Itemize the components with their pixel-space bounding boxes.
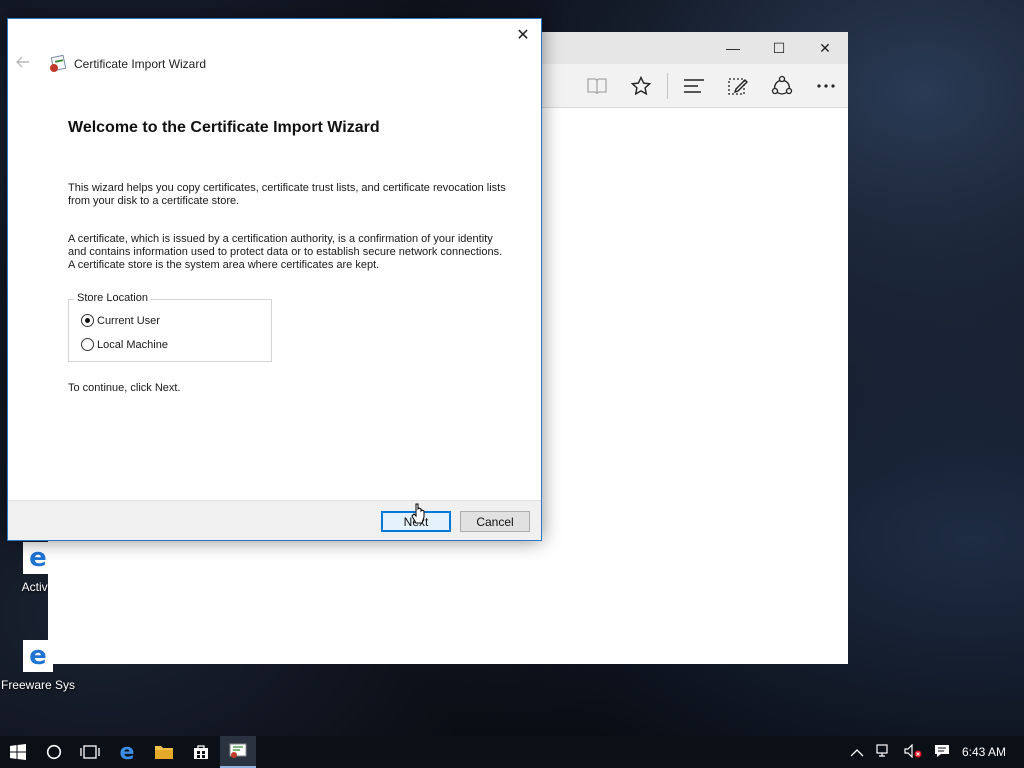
cancel-button[interactable]: Cancel: [460, 511, 530, 532]
cortana-search-button[interactable]: [36, 736, 72, 768]
current-user-label: Current User: [97, 314, 160, 327]
wizard-footer: Next Cancel: [8, 500, 541, 540]
certificate-wizard-taskbar-button[interactable]: [220, 736, 256, 768]
volume-muted-icon[interactable]: [904, 743, 922, 761]
edge-icon: e: [119, 739, 135, 765]
toolbar-separator: [667, 73, 668, 99]
continue-instruction: To continue, click Next.: [68, 382, 181, 394]
web-note-icon[interactable]: [716, 64, 760, 108]
desktop-icon-label: Freeware Sys: [0, 678, 76, 692]
description-paragraph: A certificate, which is issued by a cert…: [68, 233, 503, 271]
back-arrow-icon[interactable]: [16, 55, 42, 73]
start-button[interactable]: [0, 736, 36, 768]
network-icon[interactable]: [876, 743, 892, 761]
mouse-cursor-icon: [411, 503, 425, 524]
store-icon: [194, 745, 208, 759]
share-icon[interactable]: [760, 64, 804, 108]
local-machine-label: Local Machine: [97, 338, 168, 351]
current-user-option[interactable]: Current User: [81, 314, 160, 327]
minimize-button[interactable]: —: [710, 32, 756, 64]
system-tray: 6:43 AM: [844, 736, 1024, 768]
close-button[interactable]: ✕: [802, 32, 848, 64]
store-location-group: Store Location Current User Local Machin…: [68, 292, 272, 362]
store-button[interactable]: [183, 736, 219, 768]
wizard-header: Certificate Import Wizard: [16, 54, 207, 73]
notifications-icon[interactable]: [934, 744, 950, 761]
intro-paragraph: This wizard helps you copy certificates,…: [68, 182, 506, 207]
more-icon[interactable]: [804, 64, 848, 108]
reading-view-icon[interactable]: [575, 64, 619, 108]
certificate-icon: [50, 54, 68, 73]
local-machine-option[interactable]: Local Machine: [81, 338, 168, 351]
taskbar-clock[interactable]: 6:43 AM: [962, 745, 1006, 759]
windows-icon: [10, 744, 26, 760]
taskbar: e 6:43 AM: [0, 736, 1024, 768]
folder-icon: [155, 746, 173, 759]
certificate-icon: [229, 743, 247, 758]
hub-icon[interactable]: [672, 64, 716, 108]
local-machine-radio[interactable]: [81, 338, 94, 351]
page-title: Welcome to the Certificate Import Wizard: [68, 119, 380, 136]
current-user-radio[interactable]: [81, 314, 94, 327]
task-view-button[interactable]: [72, 736, 108, 768]
wizard-title: Certificate Import Wizard: [74, 57, 207, 71]
maximize-button[interactable]: ☐: [756, 32, 802, 64]
task-view-icon: [80, 745, 100, 759]
cortana-icon: [46, 744, 62, 760]
file-explorer-button[interactable]: [146, 736, 182, 768]
favorites-icon[interactable]: [619, 64, 663, 108]
wizard-content: Welcome to the Certificate Import Wizard…: [68, 119, 508, 394]
certificate-import-wizard-dialog: ✕ Certificate Import Wizard Welcome to t…: [7, 18, 542, 541]
edge-taskbar-button[interactable]: e: [109, 736, 145, 768]
chevron-up-icon[interactable]: [850, 745, 864, 760]
close-button[interactable]: ✕: [509, 23, 537, 47]
store-location-legend: Store Location: [74, 292, 151, 304]
